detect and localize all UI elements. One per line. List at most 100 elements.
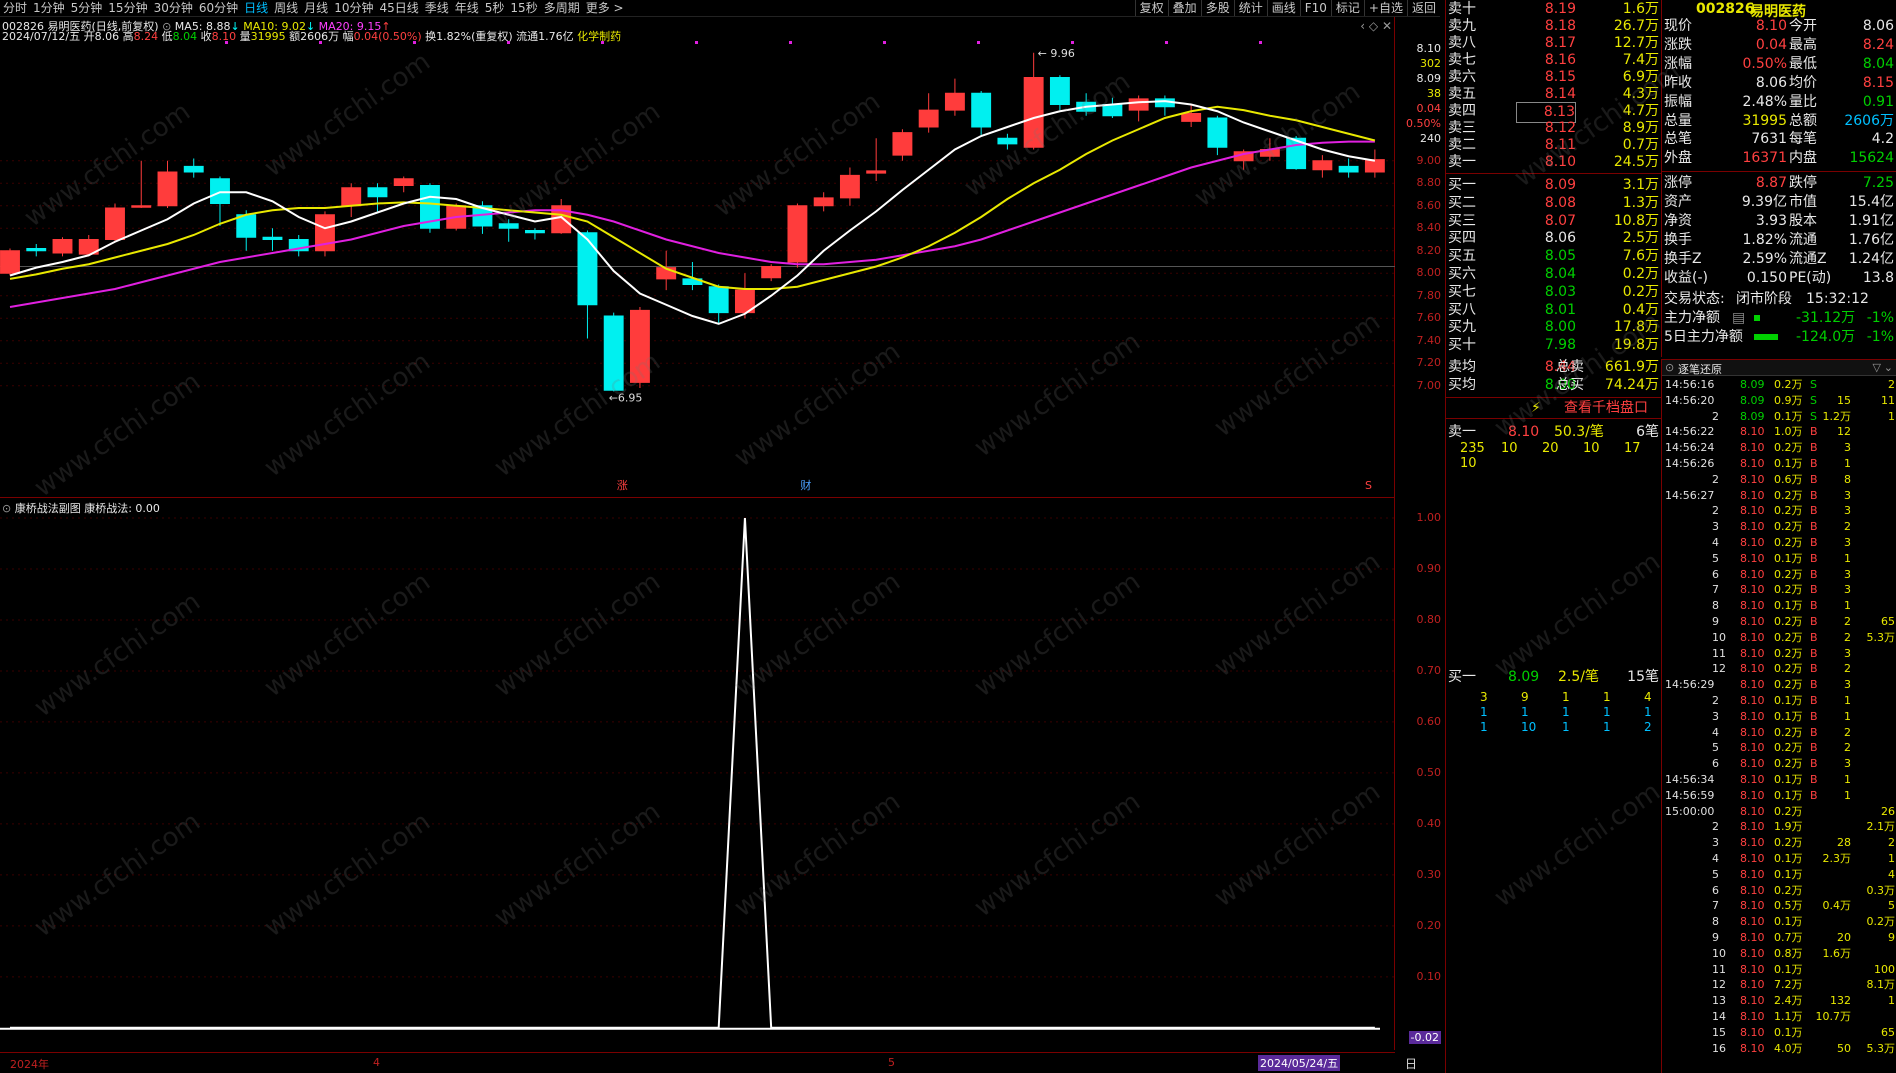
candle-body	[183, 165, 204, 173]
toolbar-button[interactable]: 统计	[1233, 0, 1267, 16]
bid1-queue-price: 8.09	[1508, 669, 1540, 685]
period-tab[interactable]: 分时	[0, 0, 30, 16]
period-tab[interactable]: 60分钟	[196, 0, 241, 16]
period-tab[interactable]: 周线	[271, 0, 301, 16]
indicator-tick-label: 0.60	[1416, 714, 1442, 728]
signal-dot	[601, 41, 604, 44]
filter-icon[interactable]: ▽	[1873, 361, 1881, 374]
period-tab[interactable]: 5分钟	[68, 0, 106, 16]
bid-row[interactable]: 买二 8.08 1.3万	[1446, 194, 1661, 213]
tick-price: 8.10	[1740, 694, 1765, 707]
toolbar-button[interactable]: 返回	[1406, 0, 1440, 16]
toolbar-button[interactable]: 多股	[1200, 0, 1234, 16]
tick-time: 11	[1712, 962, 1726, 976]
indicator-svg	[0, 517, 1395, 1030]
bid-row[interactable]: 买三 8.07 10.8万	[1446, 212, 1661, 231]
quote-label: 流通Z	[1789, 250, 1827, 267]
indicator-panel[interactable]: ⊙ 康桥战法副图 康桥战法: 0.00 1.00 0.90 0.80 0.70 0.60…	[0, 497, 1441, 1050]
quote-label: 今开	[1789, 18, 1817, 34]
ask-price: 8.10	[1544, 154, 1576, 170]
book-divider	[1446, 173, 1661, 174]
tick-direction: B	[1810, 757, 1818, 771]
period-tab[interactable]: 15分钟	[105, 0, 150, 16]
tick-direction: B	[1810, 472, 1818, 486]
quote-label: 最低	[1789, 55, 1817, 72]
toolbar-button[interactable]: +自选	[1363, 0, 1407, 16]
bid-row[interactable]: 买四 8.06 2.5万	[1446, 229, 1661, 248]
period-toolbar: 分时 1分钟 5分钟 15分钟 30分钟 60分钟 日线 周线 月线 10分钟 45日线 季线 年线 5秒…	[0, 0, 1440, 17]
tick-volume: 0.7万	[1774, 931, 1803, 944]
bid-volume: 10.8万	[1613, 212, 1659, 229]
candle-body	[1364, 159, 1385, 173]
toolbar-button[interactable]: 画线	[1266, 0, 1300, 16]
period-tab[interactable]: 10分钟	[331, 0, 376, 16]
candle-body	[498, 223, 519, 229]
ask1-queue-price: 8.10	[1508, 424, 1540, 440]
total-buy-label: 总买	[1556, 377, 1584, 393]
candle-body	[708, 286, 729, 314]
period-tab[interactable]: 月线	[301, 0, 331, 16]
tick-extra: 28	[1837, 836, 1851, 850]
tick-price: 8.10	[1740, 725, 1765, 739]
tick-extra: 2.1万	[1866, 820, 1896, 834]
period-tab[interactable]: 45日线	[376, 0, 421, 16]
settings-icon[interactable]: ⊙	[1665, 361, 1674, 374]
tick-volume: 0.2万	[1774, 804, 1803, 818]
tick-extra: 1	[1844, 788, 1851, 802]
quote-value: 13.8	[1862, 269, 1894, 286]
tick-time: 14:56:26	[1665, 457, 1715, 470]
kline-chart-panel[interactable]: 002826 易明医药(日线,前复权) ⊙ MA5: 8.88↓ MA10: 9…	[0, 17, 1441, 497]
tick-extra: 3	[1844, 646, 1851, 660]
period-tab[interactable]: 日线	[241, 0, 271, 16]
axis-side-value: 0.50%	[1406, 117, 1441, 130]
tick-row: 14 8.10 1.1万 10.7万	[1662, 1009, 1896, 1025]
tick-extra: 100	[1874, 962, 1895, 976]
bid-row[interactable]: 买五 8.05 7.6万	[1446, 247, 1661, 266]
toolbar-button[interactable]: 标记	[1330, 0, 1364, 16]
tick-time: 12	[1712, 978, 1726, 992]
bid-label: 买一	[1448, 177, 1476, 193]
toolbar-right-buttons: 复权 叠加 多股 统计 画线 F10 标记 +自选 返回	[1134, 0, 1440, 16]
tick-time: 14:56:16	[1665, 378, 1715, 391]
candle-body	[761, 266, 782, 279]
tick-extra: 1	[1888, 409, 1895, 423]
bid-price: 8.07	[1544, 212, 1576, 229]
period-tab[interactable]: 1分钟	[30, 0, 68, 16]
period-tab[interactable]: 年线	[452, 0, 482, 16]
tick-row: 14:56:20 8.09 0.9万 S 15 11	[1662, 393, 1896, 409]
bid1-queue-label: 买一	[1448, 669, 1476, 685]
bid-row[interactable]: 买六 8.04 0.2万	[1446, 265, 1661, 284]
candle-body	[577, 232, 598, 306]
chart-icon[interactable]: ▤	[1732, 309, 1745, 328]
period-tab[interactable]: 多周期	[541, 0, 583, 16]
bid-row[interactable]: 买九 8.00 17.8万	[1446, 318, 1661, 337]
period-tab[interactable]: 15秒	[507, 0, 540, 16]
period-tab[interactable]: 更多 >	[583, 0, 627, 16]
tick-direction: B	[1810, 773, 1818, 786]
quote-label: 昨收	[1664, 74, 1692, 91]
period-tab[interactable]: 季线	[422, 0, 452, 16]
toolbar-button[interactable]: 复权	[1134, 0, 1168, 16]
tick-extra: 11	[1881, 393, 1895, 407]
candle-body	[0, 250, 20, 274]
period-button[interactable]: 日线	[1405, 1055, 1417, 1073]
chevron-down-icon[interactable]: ⌄	[1884, 361, 1893, 374]
quote-value: 8.06	[1862, 18, 1894, 34]
period-tab[interactable]: 5秒	[482, 0, 508, 16]
bid-row[interactable]: 买十 7.98 19.8万	[1446, 336, 1661, 355]
toolbar-button[interactable]: F10	[1299, 0, 1331, 16]
toolbar-button[interactable]: 叠加	[1167, 0, 1201, 16]
bid-row[interactable]: 买一 8.09 3.1万	[1446, 176, 1661, 195]
view-1000-button[interactable]: 查看千档盘口	[1564, 399, 1648, 418]
bid-volume: 2.5万	[1622, 230, 1659, 247]
tick-price: 8.10	[1740, 441, 1765, 455]
main-net-label: 主力净额	[1664, 310, 1720, 326]
tick-extra: 2	[1844, 615, 1851, 628]
tick-extra: 2	[1888, 378, 1895, 391]
period-tab[interactable]: 30分钟	[151, 0, 196, 16]
tick-volume: 0.1万	[1774, 852, 1803, 865]
bid-price: 8.00	[1544, 319, 1576, 336]
bid-row[interactable]: 买八 8.01 0.4万	[1446, 301, 1661, 320]
ask-row[interactable]: 卖一 8.10 24.5万	[1446, 153, 1661, 172]
bid-row[interactable]: 买七 8.03 0.2万	[1446, 283, 1661, 302]
